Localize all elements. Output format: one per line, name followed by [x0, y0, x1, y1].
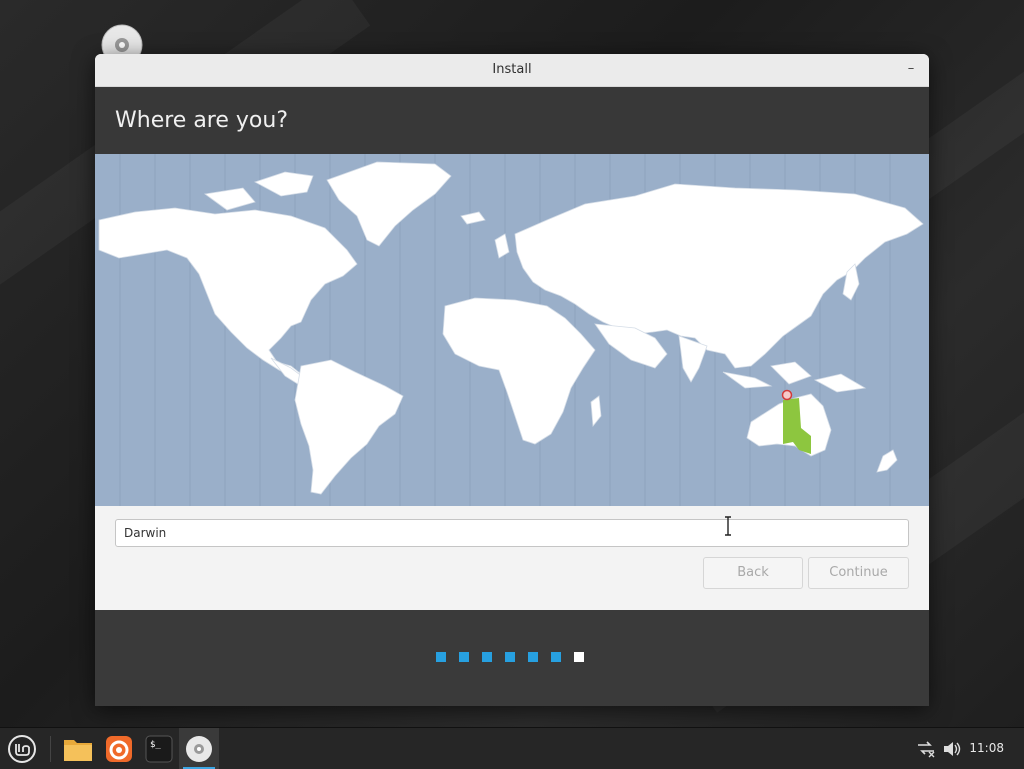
continue-button[interactable]: Continue	[808, 557, 909, 589]
timezone-city-input[interactable]	[115, 519, 909, 547]
taskbar: $_ 11:08	[0, 727, 1024, 769]
installer-window: Install – Where are you? Darwin Back Con…	[95, 54, 929, 706]
window-title: Install	[492, 62, 532, 77]
text-cursor-icon	[725, 516, 731, 536]
folder-icon	[64, 739, 92, 761]
files-launcher[interactable]	[58, 728, 98, 769]
network-indicator[interactable]	[913, 728, 939, 769]
minimize-button[interactable]: –	[903, 54, 919, 86]
volume-indicator[interactable]	[940, 728, 964, 769]
taskbar-separator	[50, 736, 51, 762]
firefox-launcher[interactable]	[99, 728, 139, 769]
terminal-launcher[interactable]: $_	[139, 728, 179, 769]
progress-footer	[95, 610, 929, 706]
window-titlebar[interactable]: Install –	[95, 54, 929, 87]
progress-step-done	[436, 652, 446, 662]
disc-icon	[186, 735, 212, 762]
page-header: Where are you?	[95, 87, 929, 154]
network-disconnected-icon	[918, 740, 935, 757]
clock[interactable]: 11:08	[969, 728, 1004, 769]
progress-step-done	[459, 652, 469, 662]
page-title: Where are you?	[115, 108, 288, 133]
controls-area: Back Continue	[95, 506, 929, 610]
progress-step-done	[551, 652, 561, 662]
installer-taskbar-button[interactable]	[179, 728, 219, 769]
linux-mint-logo-icon	[8, 734, 36, 763]
progress-step-current	[574, 652, 584, 662]
progress-step-done	[505, 652, 515, 662]
progress-step-done	[482, 652, 492, 662]
back-button[interactable]: Back	[703, 557, 803, 589]
progress-step-done	[528, 652, 538, 662]
city-marker-darwin	[781, 389, 793, 401]
volume-icon	[944, 741, 961, 756]
svg-text:$_: $_	[150, 740, 161, 750]
terminal-icon: $_	[145, 735, 173, 762]
firefox-icon	[106, 735, 132, 762]
timezone-map[interactable]	[95, 154, 929, 506]
menu-button[interactable]	[0, 728, 44, 769]
